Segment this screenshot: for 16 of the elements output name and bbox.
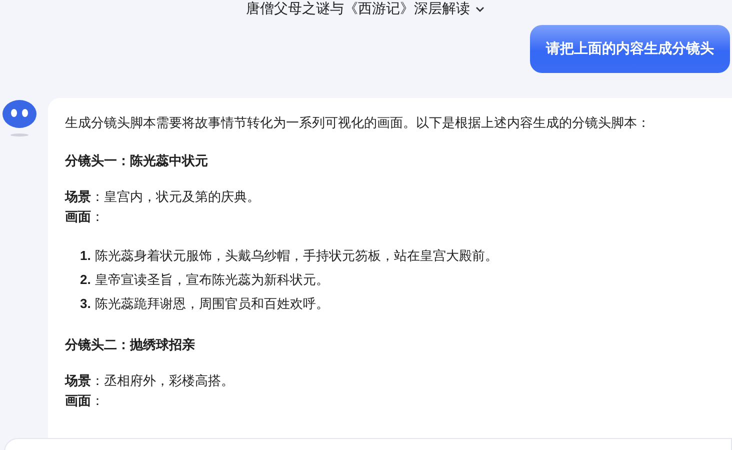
conversation-title[interactable]: 唐僧父母之谜与《西游记》深层解读 — [246, 0, 470, 18]
list-number: 3. — [80, 295, 91, 313]
reply-paragraph: 生成分镜头脚本需要将故事情节转化为一系列可视化的画面。以下是根据上述内容生成的分镜头脚本： — [65, 114, 651, 132]
list-number: 1. — [80, 247, 91, 265]
list-item-text: 陈光蕊跪拜谢恩，周围官员和百姓欢呼。 — [94, 295, 329, 313]
section-heading: 分镜头二：抛绣球招亲 — [65, 336, 196, 354]
field-line: 场景：皇宫内，状元及第的庆典。 — [65, 188, 261, 206]
user-message: 请把上面的内容生成分镜头 — [530, 25, 730, 73]
list-number: 2. — [80, 271, 91, 289]
list-item-text: 皇帝宣读圣旨，宣布陈光蕊为新科状元。 — [94, 271, 329, 289]
field-line: 画面： — [65, 208, 105, 226]
field-line: 场景：丞相府外，彩楼高搭。 — [65, 372, 235, 390]
section-heading: 分镜头一：陈光蕊中状元 — [65, 152, 209, 170]
field-line: 画面： — [65, 392, 105, 410]
bot-avatar — [2, 98, 37, 138]
list-item-text: 陈光蕊身着状元服饰，头戴乌纱帽，手持状元笏板，站在皇宫大殿前。 — [94, 247, 498, 265]
